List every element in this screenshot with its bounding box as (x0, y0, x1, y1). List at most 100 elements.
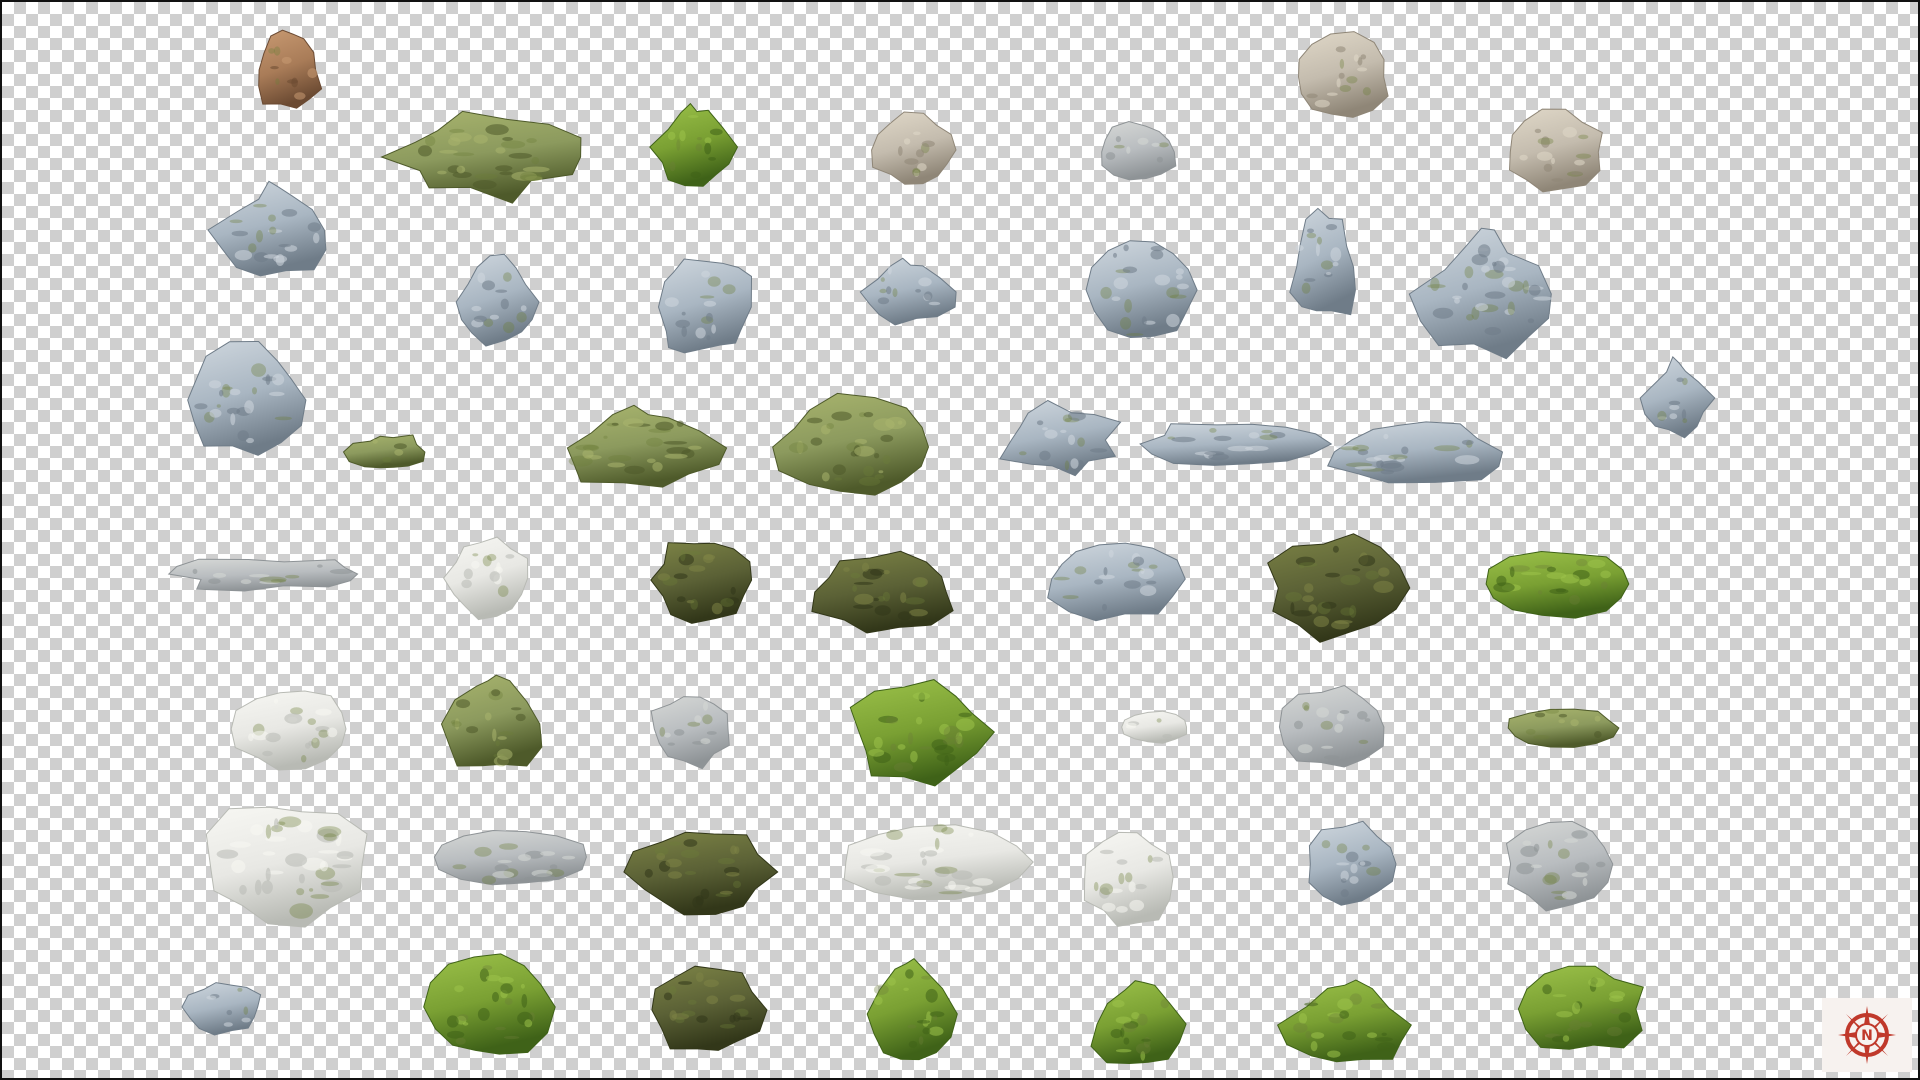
rock-06-texture (1105, 152, 1116, 160)
rock-07-texture (1571, 171, 1583, 176)
rock-37-texture (296, 888, 305, 896)
rock-14-texture (1475, 303, 1489, 312)
rock-45 (423, 953, 556, 1055)
rock-16-texture (252, 387, 257, 395)
rock-47-texture (903, 987, 909, 991)
rock-28-texture (1365, 570, 1379, 580)
rock-32-texture (700, 738, 711, 745)
rock-44-texture (241, 1017, 251, 1023)
rock-45-texture (524, 1019, 533, 1028)
rock-28 (1267, 533, 1411, 643)
rock-16-texture (229, 388, 241, 396)
rock-03-texture (437, 170, 447, 175)
rock-47-texture (908, 1040, 918, 1048)
rock-21-texture (1209, 428, 1217, 433)
rock-34-texture (1125, 722, 1137, 727)
rock-42-texture (1349, 876, 1359, 884)
rock-10-texture (711, 324, 716, 334)
rock-24-texture (489, 571, 500, 582)
rock-08-texture (248, 243, 257, 253)
rock-11-texture (915, 289, 921, 293)
rock-39-texture (665, 858, 682, 868)
rock-43-texture (1530, 864, 1542, 869)
rock-47-texture (917, 1020, 931, 1024)
rock-26-texture (852, 585, 857, 592)
rock-09-texture (495, 289, 508, 293)
rock-42-texture (1336, 862, 1350, 866)
rock-26 (811, 550, 954, 634)
rock-43-texture (1522, 840, 1532, 846)
rock-14-texture (1527, 318, 1535, 324)
rock-15-texture (1681, 409, 1687, 420)
rock-32-texture (673, 729, 685, 736)
rock-03-texture (473, 134, 488, 144)
rock-45-texture (500, 983, 513, 994)
rock-27-texture (1094, 579, 1104, 585)
rock-15-texture (1657, 410, 1667, 421)
rock-24-texture (505, 554, 515, 559)
rock-44-texture (223, 1022, 233, 1027)
rock-15-texture (1676, 377, 1684, 383)
rock-47-texture (873, 984, 889, 995)
rock-18 (566, 404, 728, 488)
rock-31-texture (498, 731, 514, 736)
rock-27-texture (1053, 576, 1070, 581)
rock-08-texture (256, 230, 263, 243)
rock-40-texture (909, 882, 931, 887)
rock-10-texture (681, 326, 687, 338)
rock-14 (1408, 227, 1553, 360)
rock-33-texture (915, 716, 923, 725)
rock-28-texture (1321, 601, 1337, 609)
rock-30-texture (273, 698, 279, 704)
rock-29-texture (1569, 595, 1580, 605)
rock-12-texture (1175, 268, 1184, 275)
rock-21-body (1139, 423, 1333, 466)
rock-10-texture (705, 312, 713, 322)
rock-09-texture (482, 280, 495, 291)
rock-37-texture (320, 881, 339, 887)
rock-11-texture (892, 288, 898, 298)
rock-16-texture (194, 403, 208, 410)
rock-23-texture (208, 578, 221, 584)
rock-38-texture (562, 855, 576, 860)
rock-39-texture (725, 872, 740, 877)
rock-27-texture (1062, 595, 1079, 600)
rock-03-texture (485, 124, 509, 136)
rock-33-texture (897, 744, 906, 750)
rock-18-texture (603, 435, 608, 439)
rock-38-texture (499, 843, 518, 850)
rock-49-texture (1298, 1013, 1308, 1024)
rock-14-texture (1484, 327, 1502, 336)
rock-39-texture (668, 841, 682, 846)
rock-33-texture (934, 745, 954, 755)
rock-18-texture (688, 445, 702, 450)
rock-33-texture (885, 716, 898, 724)
rock-21-texture (1227, 445, 1253, 452)
rock-08-texture (278, 244, 291, 248)
rock-43-texture (1544, 872, 1560, 884)
rock-41-texture (1102, 902, 1116, 912)
rock-03-texture (495, 147, 506, 154)
rock-41-texture (1125, 872, 1133, 883)
rock-20-texture (1070, 458, 1079, 469)
rock-31-texture (497, 748, 513, 761)
rock-15-texture (1669, 404, 1680, 411)
rock-07 (1508, 108, 1603, 193)
rock-25-texture (662, 577, 678, 586)
rock-23 (167, 558, 359, 592)
rock-35-texture (1364, 718, 1371, 722)
rock-26-texture (853, 581, 874, 585)
rock-12-texture (1145, 327, 1153, 340)
rock-33-texture (873, 736, 883, 749)
rock-39-texture (680, 849, 700, 859)
rock-22-texture (1354, 466, 1376, 470)
rock-01-texture (286, 79, 299, 84)
rock-18-texture (664, 453, 688, 459)
transparency-canvas: N (0, 0, 1920, 1080)
rock-22-texture (1401, 446, 1409, 455)
rock-09-texture (500, 298, 509, 310)
rock-50-texture (1588, 977, 1605, 988)
rock-35-texture (1334, 723, 1343, 733)
rock-23-texture (240, 579, 252, 585)
rock-25-texture (703, 554, 716, 560)
